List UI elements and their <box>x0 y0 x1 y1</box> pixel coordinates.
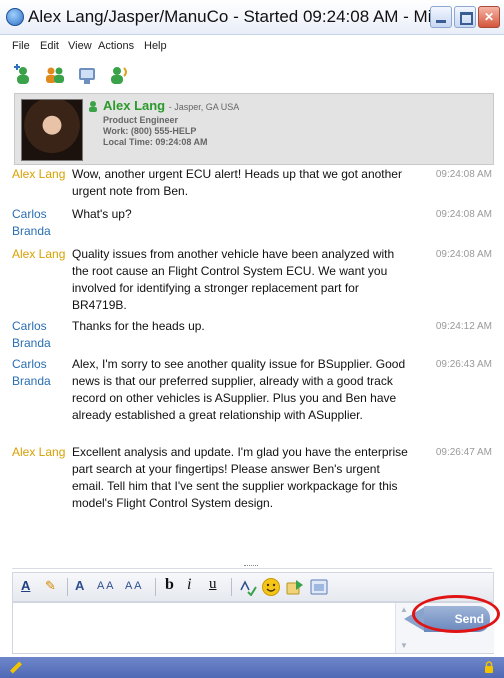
message-text: Quality issues from another vehicle have… <box>72 247 395 312</box>
send-file-icon[interactable] <box>285 577 305 597</box>
grow-font-button[interactable]: A A <box>97 580 114 592</box>
add-contact-icon[interactable] <box>12 64 34 86</box>
shrink-font-button[interactable]: A A <box>125 580 142 592</box>
maximize-button[interactable] <box>454 6 476 28</box>
toolbar-separator <box>231 578 232 596</box>
action-toolbar <box>0 62 504 88</box>
message-text: Thanks for the heads up. <box>72 319 205 333</box>
lock-icon <box>485 661 493 673</box>
scroll-down-icon[interactable]: ▼ <box>400 641 408 650</box>
online-status-icon <box>89 101 97 112</box>
font-color-button[interactable]: A <box>21 578 30 593</box>
call-icon[interactable] <box>108 64 130 86</box>
message-time: 09:26:43 AM <box>435 359 492 370</box>
menu-view[interactable]: View <box>68 40 92 52</box>
message-sender: Alex Lang <box>12 247 66 261</box>
menu-bar: File Edit View Actions Help <box>0 38 504 56</box>
message-time: 09:24:08 AM <box>435 209 492 220</box>
resize-grip[interactable] <box>244 565 258 569</box>
toolbar-separator <box>155 578 156 596</box>
message-text: Wow, another urgent ECU alert! Heads up … <box>72 167 402 198</box>
menu-file[interactable]: File <box>12 40 30 52</box>
minimize-icon <box>436 20 446 23</box>
message-sender: Carlos Branda <box>12 207 51 238</box>
message-sender: Alex Lang <box>12 445 66 459</box>
message-sender: Alex Lang <box>12 167 66 181</box>
toolbar-separator <box>67 578 68 596</box>
menu-actions[interactable]: Actions <box>98 40 134 52</box>
close-button[interactable]: ✕ <box>478 6 500 28</box>
bold-button[interactable]: b <box>165 576 174 594</box>
italic-button[interactable]: i <box>187 576 191 594</box>
avatar <box>21 99 83 161</box>
menu-help[interactable]: Help <box>144 40 167 52</box>
emoticon-icon[interactable] <box>261 577 281 597</box>
message-time: 09:24:08 AM <box>435 249 492 260</box>
contact-location: - Jasper, GA USA <box>168 102 240 112</box>
contact-title: Product Engineer <box>103 115 179 125</box>
spell-check-icon[interactable] <box>239 578 257 596</box>
contact-local-time: Local Time: 09:24:08 AM <box>103 137 208 147</box>
minimize-button[interactable] <box>430 6 452 28</box>
underline-button[interactable]: u <box>209 576 217 593</box>
message-sender: Carlos Branda <box>12 357 51 388</box>
close-icon: ✕ <box>483 10 495 24</box>
meeting-icon[interactable] <box>76 64 98 86</box>
message-time: 09:26:47 AM <box>435 447 492 458</box>
chat-window: Alex Lang/Jasper/ManuCo - Started 09:24:… <box>0 0 504 678</box>
message-sender: Carlos Branda <box>12 319 51 350</box>
send-highlight-circle <box>412 595 500 633</box>
message-time: 09:24:12 AM <box>435 321 492 332</box>
message-time: 09:24:08 AM <box>435 169 492 180</box>
contact-phone: Work: (800) 555-HELP <box>103 126 197 136</box>
contact-name: Alex Lang - Jasper, GA USA <box>103 98 240 113</box>
highlight-button[interactable]: ✎ <box>45 578 56 594</box>
maximize-icon <box>460 12 473 25</box>
contact-card: Alex Lang - Jasper, GA USA Product Engin… <box>14 93 494 165</box>
status-bar <box>0 657 504 678</box>
message-text: What's up? <box>72 207 132 221</box>
message-text: Alex, I'm sorry to see another quality i… <box>72 357 406 422</box>
group-chat-icon[interactable] <box>44 64 66 86</box>
title-bar[interactable]: Alex Lang/Jasper/ManuCo - Started 09:24:… <box>0 0 504 35</box>
screen-capture-icon[interactable] <box>309 577 329 597</box>
menu-edit[interactable]: Edit <box>40 40 59 52</box>
message-text: Excellent analysis and update. I'm glad … <box>72 445 408 510</box>
formatting-toolbar: A ✎ A A A A A b i u <box>12 572 494 602</box>
typing-indicator-icon <box>9 661 23 674</box>
chat-transcript[interactable]: Alex Lang Wow, another urgent ECU alert!… <box>12 166 492 564</box>
font-button[interactable]: A <box>75 578 84 593</box>
app-icon <box>6 8 24 26</box>
window-title: Alex Lang/Jasper/ManuCo - Started 09:24:… <box>28 7 446 26</box>
